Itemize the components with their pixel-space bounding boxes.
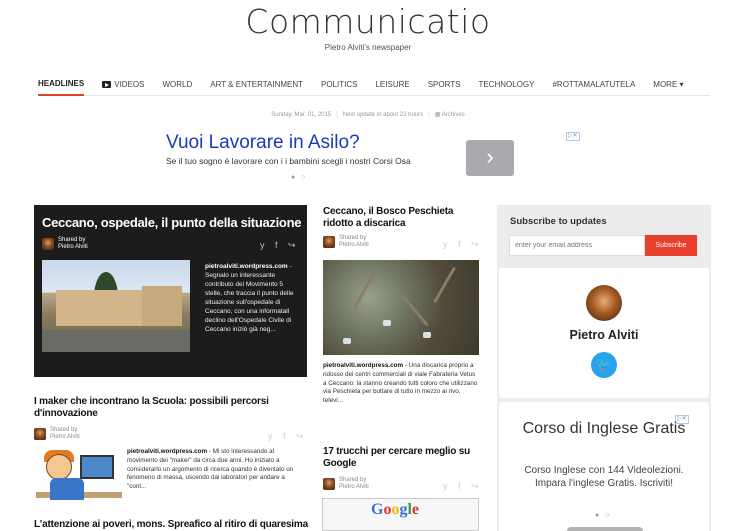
nav-headlines[interactable]: HEADLINES <box>38 74 85 96</box>
featured-excerpt: pietroalviti.wordpress.com - Segnalo un … <box>205 263 294 333</box>
profile-name[interactable]: Pietro Alviti <box>499 328 709 342</box>
featured-article[interactable]: Ceccano, ospedale, il punto della situaz… <box>34 205 307 377</box>
sidebar-ad-description: Corso Inglese con 144 Videolezioni. Impa… <box>524 465 684 489</box>
nav-technology[interactable]: TECHNOLOGY <box>478 74 534 96</box>
article-byline: Shared by Pietro Alviti <box>323 477 369 491</box>
author-avatar <box>34 428 46 440</box>
featured-byline: Shared by Pietro Alviti <box>42 237 88 251</box>
sidebar-ad[interactable]: ▷✕ Corso di Inglese Gratis Corso Inglese… <box>499 402 709 531</box>
subscribe-title: Subscribe to updates <box>510 216 607 227</box>
video-icon <box>102 81 112 88</box>
article-title[interactable]: 17 trucchi per cercare meglio su Google <box>323 446 483 469</box>
calendar-icon: ▦ <box>434 112 442 118</box>
article-card[interactable]: Ceccano, il Bosco Peschieta ridotto a di… <box>323 206 483 229</box>
nav-sports[interactable]: SPORTS <box>428 74 461 96</box>
nav-videos[interactable]: VIDEOS <box>102 74 144 96</box>
source-link[interactable]: pietroalviti.wordpress.com <box>127 448 207 455</box>
profile-card: Pietro Alviti 🐦 <box>499 268 709 398</box>
article-excerpt: pietroalviti.wordpress.com - Mi sto inte… <box>127 448 294 491</box>
article-byline: Shared by Pietro Alviti <box>34 427 80 441</box>
nav-world[interactable]: WORLD <box>162 74 192 96</box>
ad-description: Se il tuo sogno è lavorare con i i bambi… <box>166 156 411 166</box>
next-update: Next update in about 22 hours <box>342 112 424 118</box>
author-name[interactable]: Pietro Alviti <box>50 434 80 440</box>
article-title[interactable]: L'attenzione ai poveri, mons. Spreafico … <box>34 519 309 531</box>
google-logo: Google <box>371 501 420 518</box>
email-input[interactable] <box>509 235 645 256</box>
subscribe-button[interactable]: Subscribe <box>645 235 697 256</box>
article-card[interactable]: I maker che incontrano la Scuola: possib… <box>34 396 304 419</box>
ad-arrow-button[interactable]: › <box>466 140 514 176</box>
author-name[interactable]: Pietro Alviti <box>339 484 369 490</box>
site-title[interactable]: Communicatio <box>0 2 736 42</box>
archives-link[interactable]: Archives <box>442 112 465 118</box>
top-ad[interactable]: Vuoi Lavorare in Asilo? Se il tuo sogno … <box>166 132 584 182</box>
share-icons[interactable]: y f ↪ <box>443 481 483 492</box>
author-avatar <box>42 238 54 250</box>
author-name[interactable]: Pietro Alviti <box>339 242 369 248</box>
sidebar-ad-title[interactable]: Corso di Inglese Gratis <box>499 419 709 439</box>
ad-title[interactable]: Vuoi Lavorare in Asilo? <box>166 132 584 154</box>
article-card[interactable]: 17 trucchi per cercare meglio su Google <box>323 446 483 469</box>
main-nav: HEADLINES VIDEOS WORLD ART & ENTERTAINME… <box>38 74 710 96</box>
edition-date: Sunday, Mar. 01, 2015 <box>271 112 332 118</box>
article-image[interactable] <box>323 260 479 355</box>
author-name[interactable]: Pietro Alviti <box>58 244 88 250</box>
nav-more-dropdown[interactable]: MORE ▾ <box>653 74 683 96</box>
featured-title[interactable]: Ceccano, ospedale, il punto della situaz… <box>42 215 304 231</box>
ad-carousel-dots[interactable]: ● ○ <box>291 174 307 181</box>
nav-videos-label: VIDEOS <box>114 80 145 89</box>
nav-art-entertainment[interactable]: ART & ENTERTAINMENT <box>210 74 303 96</box>
article-image[interactable]: Google <box>322 498 479 531</box>
share-icons[interactable]: y f ↪ <box>260 240 300 251</box>
profile-avatar[interactable] <box>586 285 622 321</box>
nav-leisure[interactable]: LEISURE <box>375 74 409 96</box>
author-avatar <box>323 478 335 490</box>
site-subtitle: Pietro Alviti's newspaper <box>324 43 412 52</box>
shared-by-label: Shared by <box>58 237 86 243</box>
masthead: Communicatio Pietro Alviti's newspaper <box>0 0 736 52</box>
dateline: Sunday, Mar. 01, 2015 | Next update in abo… <box>271 112 465 118</box>
share-icons[interactable]: y f ↪ <box>443 239 483 250</box>
ad-carousel-dots[interactable]: ● ○ <box>595 512 611 519</box>
sidebar: Subscribe to updates Subscribe Pietro Al… <box>497 205 711 531</box>
sidebar-ad-button[interactable] <box>567 527 643 531</box>
nav-politics[interactable]: POLITICS <box>321 74 357 96</box>
twitter-icon[interactable]: 🐦 <box>591 352 617 378</box>
article-title[interactable]: I maker che incontrano la Scuola: possib… <box>34 396 304 419</box>
adchoices-icon[interactable]: ▷✕ <box>566 132 580 141</box>
article-card[interactable]: L'attenzione ai poveri, mons. Spreafico … <box>34 519 309 531</box>
source-link[interactable]: pietroalviti.wordpress.com <box>205 263 288 270</box>
article-byline: Shared by Pietro Alviti <box>323 235 369 249</box>
article-title[interactable]: Ceccano, il Bosco Peschieta ridotto a di… <box>323 206 483 229</box>
nav-rottamalatutela[interactable]: #ROTTAMALATUTELA <box>552 74 635 96</box>
author-avatar <box>323 236 335 248</box>
article-excerpt: pietroalviti.wordpress.com - Una discari… <box>323 362 478 405</box>
share-icons[interactable]: y f ↪ <box>268 431 308 442</box>
source-link[interactable]: pietroalviti.wordpress.com <box>323 362 403 369</box>
featured-image[interactable] <box>42 260 190 352</box>
